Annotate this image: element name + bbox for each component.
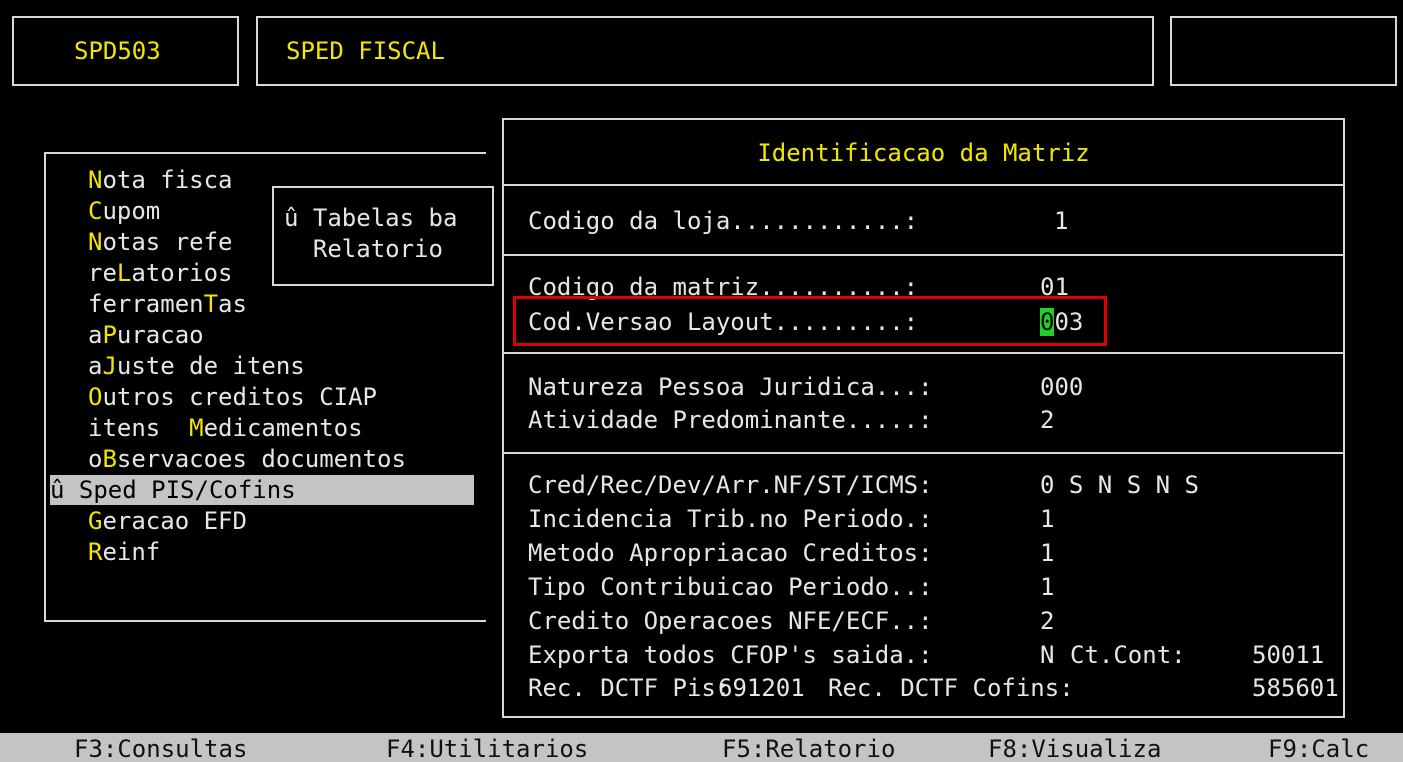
f8-visualiza-key[interactable]: F8:Visualiza xyxy=(988,733,1161,762)
main-menu-item[interactable]: Geracao EFD xyxy=(88,506,247,536)
submenu: û Tabelas ba Relatorio xyxy=(272,186,494,286)
tipo-value[interactable]: 1 xyxy=(1040,572,1054,602)
versao-highlight-frame xyxy=(513,296,1107,346)
main-menu-item[interactable]: ferramenTas xyxy=(88,289,247,319)
menu-item-text: uste de itens xyxy=(116,352,305,380)
menu-item-text: utros creditos CIAP xyxy=(102,383,377,411)
submenu-item-relatorio[interactable]: Relatorio xyxy=(284,234,443,264)
main-menu-item[interactable]: oBservacoes documentos xyxy=(88,444,406,474)
cred-label: Cred/Rec/Dev/Arr.NF/ST/ICMS: xyxy=(528,471,933,499)
main-menu-item[interactable]: reLatorios xyxy=(88,258,233,288)
cred-value[interactable]: 0 S N S N S xyxy=(1040,470,1199,500)
main-menu-item[interactable]: itens Medicamentos xyxy=(88,413,363,443)
panel-divider xyxy=(504,184,1343,186)
right-header-box xyxy=(1170,16,1397,86)
menu-item-text: a xyxy=(88,352,103,380)
menu-item-text: o xyxy=(88,445,103,473)
menu-hotkey: J xyxy=(102,352,117,380)
main-menu-item[interactable]: Outros creditos CIAP xyxy=(88,382,377,412)
menu-hotkey: N xyxy=(88,228,103,256)
ctcont-value[interactable]: 50011 xyxy=(1252,640,1324,670)
main-menu-item[interactable]: Reinf xyxy=(88,537,160,567)
f4-utilitarios-key[interactable]: F4:Utilitarios xyxy=(386,733,588,762)
f9-calc-key[interactable]: F9:Calc xyxy=(1268,733,1369,762)
panel-divider xyxy=(504,452,1343,454)
identificacao-panel: Identificacao da Matriz Codigo da loja..… xyxy=(502,118,1345,718)
menu-item-text: servacoes documentos xyxy=(116,445,406,473)
menu-item-text: re xyxy=(88,259,117,287)
exporta-value[interactable]: N xyxy=(1040,640,1054,670)
natureza-value[interactable]: 000 xyxy=(1040,372,1083,402)
menu-item-text: ota fisca xyxy=(102,166,233,194)
menu-hotkey: O xyxy=(88,383,103,411)
main-menu-item[interactable]: aJuste de itens xyxy=(88,351,305,381)
menu-hotkey: L xyxy=(116,259,132,287)
menu-hotkey: M xyxy=(189,414,204,442)
menu-item-text: upom xyxy=(102,197,161,225)
menu-hotkey: C xyxy=(88,197,103,225)
natureza-label: Natureza Pessoa Juridica...: xyxy=(528,373,933,401)
menu-hotkey: T xyxy=(203,290,219,318)
menu-item-text: einf xyxy=(102,538,161,566)
dctf-pis-label: Rec. DCTF Pis: xyxy=(528,674,731,702)
menu-item-text: ferramen xyxy=(88,290,204,318)
menu-hotkey: P xyxy=(102,321,117,349)
main-menu-item[interactable]: Notas refe xyxy=(88,227,233,257)
main-menu-item[interactable]: aPuracao xyxy=(88,320,204,350)
metodo-value[interactable]: 1 xyxy=(1040,538,1054,568)
f3-consultas-key[interactable]: F3:Consultas xyxy=(74,733,247,762)
menu-item-text: as xyxy=(218,290,247,318)
dctf-cofins-label: Rec. DCTF Cofins: xyxy=(828,674,1074,702)
incidencia-value[interactable]: 1 xyxy=(1040,504,1054,534)
ctcont-label: Ct.Cont: xyxy=(1070,641,1186,669)
title-box: SPED FISCAL xyxy=(256,16,1154,86)
menu-item-text: otas refe xyxy=(102,228,233,256)
menu-hotkey: G xyxy=(88,507,103,535)
incidencia-label: Incidencia Trib.no Periodo.: xyxy=(528,505,933,533)
dctf-pis-value[interactable]: 691201 xyxy=(718,673,805,703)
codigo-loja-value[interactable]: 1 xyxy=(1054,206,1068,236)
menu-hotkey: N xyxy=(88,166,103,194)
menu-item-text: a xyxy=(88,321,103,349)
main-menu-item[interactable]: Nota fisca xyxy=(88,165,233,195)
menu-hotkey: R xyxy=(88,538,103,566)
metodo-label: Metodo Apropriacao Creditos: xyxy=(528,539,933,567)
screen-title: SPED FISCAL xyxy=(286,37,445,65)
menu-item-text: edicamentos xyxy=(203,414,363,442)
atividade-value[interactable]: 2 xyxy=(1040,405,1054,435)
menu-item-text: uracao xyxy=(116,321,204,349)
codigo-loja-label: Codigo da loja............: xyxy=(528,207,919,235)
tipo-label: Tipo Contribuicao Periodo..: xyxy=(528,573,933,601)
program-code: SPD503 xyxy=(74,37,161,65)
main-menu-item-selected[interactable]: û Sped PIS/Cofins xyxy=(50,475,474,505)
atividade-label: Atividade Predominante.....: xyxy=(528,406,933,434)
menu-item-text: atorios xyxy=(131,259,233,287)
panel-divider xyxy=(504,254,1343,256)
menu-item-text: itens xyxy=(88,414,190,442)
dctf-cofins-value[interactable]: 585601 xyxy=(1252,673,1339,703)
function-key-bar: F3:Consultas F4:Utilitarios F5:Relatorio… xyxy=(0,733,1403,762)
main-menu-item[interactable]: Cupom xyxy=(88,196,160,226)
panel-title: Identificacao da Matriz xyxy=(757,139,1090,167)
menu-item-text: eracao EFD xyxy=(102,507,247,535)
credito-value[interactable]: 2 xyxy=(1040,606,1054,636)
menu-hotkey: B xyxy=(102,445,117,473)
submenu-item-tabelas[interactable]: û Tabelas ba xyxy=(284,203,457,233)
exporta-label: Exporta todos CFOP's saida.: xyxy=(528,641,933,669)
program-code-box: SPD503 xyxy=(12,16,239,86)
credito-label: Credito Operacoes NFE/ECF..: xyxy=(528,607,933,635)
panel-divider xyxy=(504,352,1343,354)
f5-relatorio-key[interactable]: F5:Relatorio xyxy=(722,733,895,762)
